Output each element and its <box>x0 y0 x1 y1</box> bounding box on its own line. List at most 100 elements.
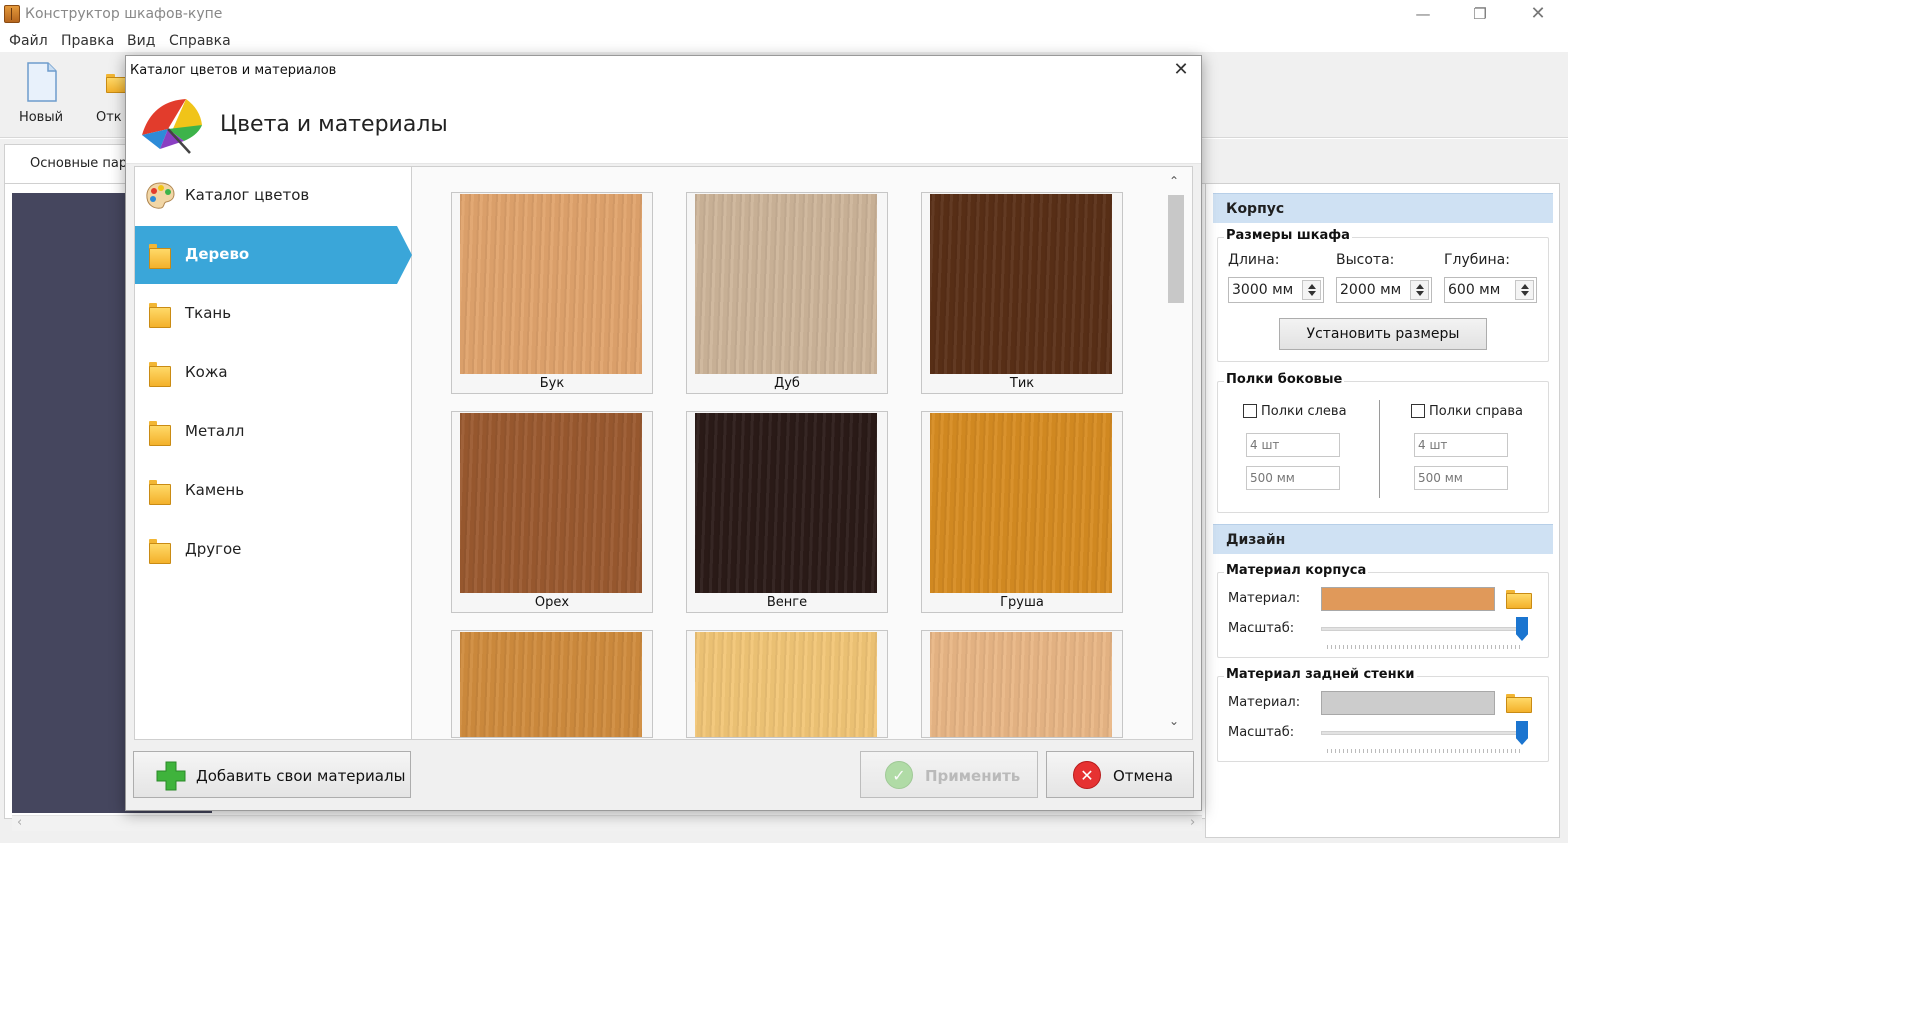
category-item[interactable]: Дерево <box>135 226 412 284</box>
back-scale-label: Масштаб: <box>1228 725 1295 740</box>
left-shelves-count-input[interactable]: 4 шт <box>1246 433 1340 457</box>
material-label: Орех <box>534 595 570 610</box>
restore-icon[interactable]: ❐ <box>1457 2 1503 28</box>
material-tile[interactable] <box>451 630 653 738</box>
category-label: Камень <box>185 481 245 499</box>
right-shelves-label: Полки справа <box>1429 404 1523 419</box>
material-label: Бук <box>539 376 565 391</box>
umbrella-icon <box>142 99 202 154</box>
window-title: Конструктор шкафов-купе <box>25 6 223 22</box>
sizes-group-title: Размеры шкафа <box>1224 228 1352 243</box>
length-stepper[interactable]: 3000 мм <box>1228 277 1324 303</box>
new-document-icon <box>27 62 57 102</box>
right-shelves-count-input[interactable]: 4 шт <box>1414 433 1508 457</box>
height-spin-arrows-icon[interactable] <box>1410 280 1429 300</box>
korpus-section-header[interactable]: Корпус <box>1213 193 1553 223</box>
minimize-icon[interactable]: — <box>1400 2 1446 28</box>
body-material-folder-icon[interactable] <box>1506 590 1532 609</box>
material-tile[interactable]: Груша <box>921 411 1123 613</box>
new-button[interactable]: Новый <box>6 60 76 130</box>
material-tile[interactable]: Венге <box>686 411 888 613</box>
material-texture <box>460 632 642 737</box>
depth-label: Глубина: <box>1444 252 1510 268</box>
body-scale-slider[interactable] <box>1321 627 1521 631</box>
body-material-label: Материал: <box>1228 591 1301 606</box>
open-button-label: Отк <box>96 110 122 125</box>
close-window-icon[interactable]: ✕ <box>1515 2 1561 28</box>
category-item[interactable]: Другое <box>135 521 412 579</box>
category-label: Другое <box>185 540 242 558</box>
length-spin-arrows-icon[interactable] <box>1302 280 1321 300</box>
category-item[interactable]: Кожа <box>135 344 412 402</box>
category-item[interactable]: Ткань <box>135 285 412 343</box>
scroll-right-icon[interactable]: › <box>1190 815 1195 830</box>
material-texture <box>695 413 877 593</box>
korpus-header-label: Корпус <box>1226 201 1285 217</box>
back-material-swatch[interactable] <box>1321 691 1495 715</box>
folder-icon <box>149 480 171 505</box>
material-texture <box>930 194 1112 374</box>
material-tile[interactable]: Дуб <box>686 192 888 394</box>
back-material-folder-icon[interactable] <box>1506 694 1532 713</box>
scroll-left-icon[interactable]: ‹ <box>17 815 22 830</box>
horizontal-scrollbar[interactable]: ‹ › <box>12 815 1202 831</box>
materials-vertical-scrollbar[interactable]: ⌃ ⌄ <box>1166 174 1186 734</box>
scroll-up-icon[interactable]: ⌃ <box>1169 174 1179 188</box>
cancel-button-label: Отмена <box>1113 767 1174 785</box>
material-texture <box>460 413 642 593</box>
height-label: Высота: <box>1336 252 1395 268</box>
category-item[interactable]: Металл <box>135 403 412 461</box>
material-tile[interactable]: Бук <box>451 192 653 394</box>
open-folder-icon <box>106 74 125 93</box>
wardrobe-app-icon <box>4 5 20 23</box>
cancel-x-icon: ✕ <box>1073 761 1101 789</box>
right-shelves-checkbox[interactable] <box>1411 404 1425 418</box>
category-item[interactable]: Каталог цветов <box>135 167 412 225</box>
depth-stepper[interactable]: 600 мм <box>1444 277 1537 303</box>
category-item[interactable]: Камень <box>135 462 412 520</box>
folder-icon <box>149 421 171 446</box>
body-scale-label: Масштаб: <box>1228 621 1295 636</box>
cancel-button[interactable]: ✕ Отмена <box>1046 751 1194 798</box>
design-section-header[interactable]: Дизайн <box>1213 524 1553 554</box>
apply-button[interactable]: ✓ Применить <box>860 751 1038 798</box>
open-button[interactable]: Отк <box>88 60 125 130</box>
material-label: Дуб <box>774 376 800 391</box>
add-plus-icon <box>156 761 186 791</box>
dialog-close-icon[interactable]: ✕ <box>1168 58 1194 82</box>
material-texture <box>930 413 1112 593</box>
material-label: Груша <box>1000 595 1044 610</box>
category-label: Металл <box>185 422 245 440</box>
menu-view[interactable]: Вид <box>127 33 155 49</box>
material-tile[interactable]: Тик <box>921 192 1123 394</box>
material-label: Тик <box>1009 376 1035 391</box>
scroll-down-icon[interactable]: ⌄ <box>1169 714 1179 728</box>
depth-spin-arrows-icon[interactable] <box>1515 280 1534 300</box>
dialog-title: Каталог цветов и материалов <box>130 63 337 78</box>
folder-icon <box>149 362 171 387</box>
category-label: Дерево <box>185 245 250 263</box>
material-texture <box>695 632 877 737</box>
scrollbar-thumb[interactable] <box>1168 195 1184 303</box>
add-materials-button[interactable]: Добавить свои материалы <box>133 751 411 798</box>
material-tile[interactable]: Орех <box>451 411 653 613</box>
menu-edit[interactable]: Правка <box>61 33 114 49</box>
left-shelves-checkbox[interactable] <box>1243 404 1257 418</box>
material-tile[interactable] <box>921 630 1123 738</box>
apply-check-icon: ✓ <box>885 761 913 789</box>
set-sizes-button[interactable]: Установить размеры <box>1279 318 1487 350</box>
left-shelves-label: Полки слева <box>1261 404 1347 419</box>
folder-icon <box>149 244 171 269</box>
height-stepper[interactable]: 2000 мм <box>1336 277 1432 303</box>
menu-help[interactable]: Справка <box>169 33 231 49</box>
left-shelves-size-input[interactable]: 500 мм <box>1246 466 1340 490</box>
body-material-swatch[interactable] <box>1321 587 1495 611</box>
back-scale-slider[interactable] <box>1321 731 1521 735</box>
side-shelves-title: Полки боковые <box>1224 372 1345 387</box>
menu-bar <box>0 30 1568 52</box>
menu-file[interactable]: Файл <box>9 33 48 49</box>
body-material-title: Материал корпуса <box>1224 563 1369 578</box>
apply-button-label: Применить <box>925 767 1021 785</box>
material-tile[interactable] <box>686 630 888 738</box>
right-shelves-size-input[interactable]: 500 мм <box>1414 466 1508 490</box>
